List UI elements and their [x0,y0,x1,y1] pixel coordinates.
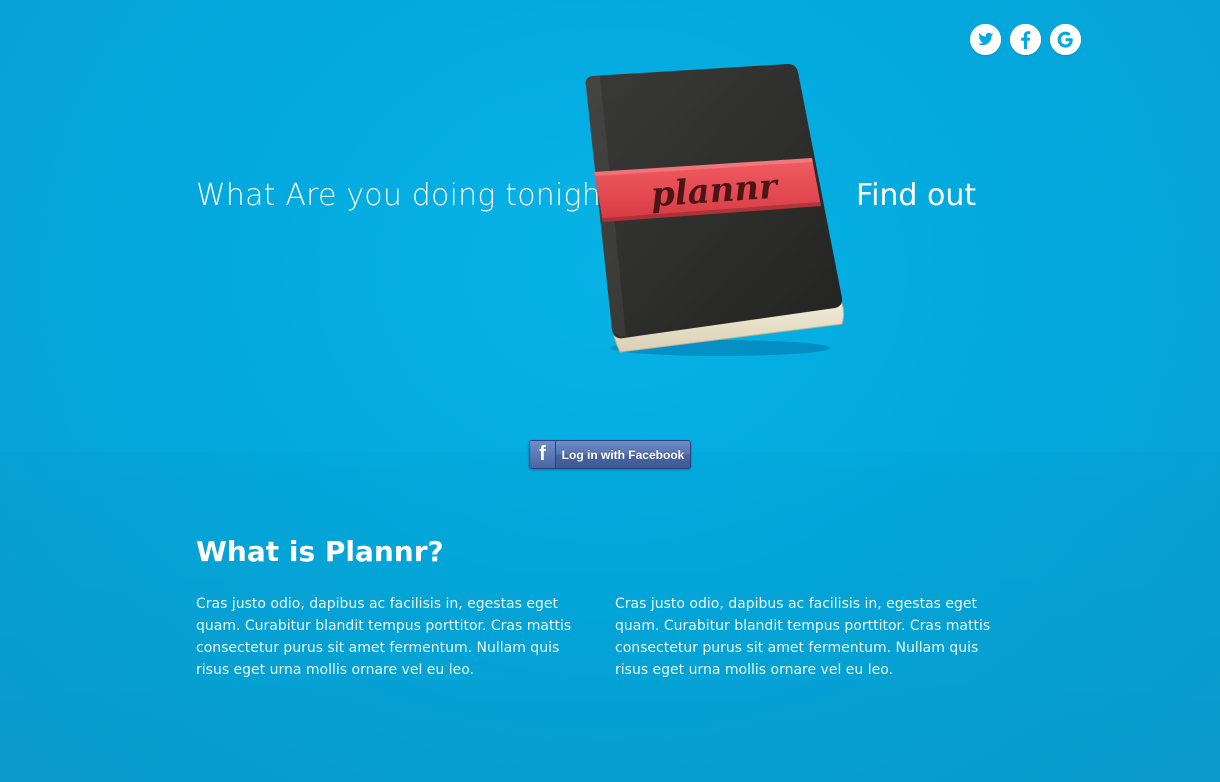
twitter-button[interactable] [970,24,1001,55]
lower-band [0,452,1220,782]
find-out-link[interactable]: Find out [856,178,976,213]
twitter-icon [970,24,1001,55]
social-links [970,24,1081,55]
facebook-button[interactable] [1010,24,1041,55]
facebook-logo-icon: f [530,441,556,468]
about-paragraph-1: Cras justo odio, dapibus ac facilisis in… [196,596,572,678]
about-paragraph-2: Cras justo odio, dapibus ac facilisis in… [615,596,991,678]
facebook-login-label: Log in with Facebook [561,447,685,462]
about-heading: What is Plannr? [196,535,444,568]
facebook-login-button[interactable]: f Log in with Facebook [529,440,691,469]
google-icon [1050,24,1081,55]
facebook-icon [1010,24,1041,55]
plannr-notebook-logo: plannr [580,62,848,358]
google-button[interactable] [1050,24,1081,55]
hero-tagline: What Are you doing tonight? [196,178,630,213]
